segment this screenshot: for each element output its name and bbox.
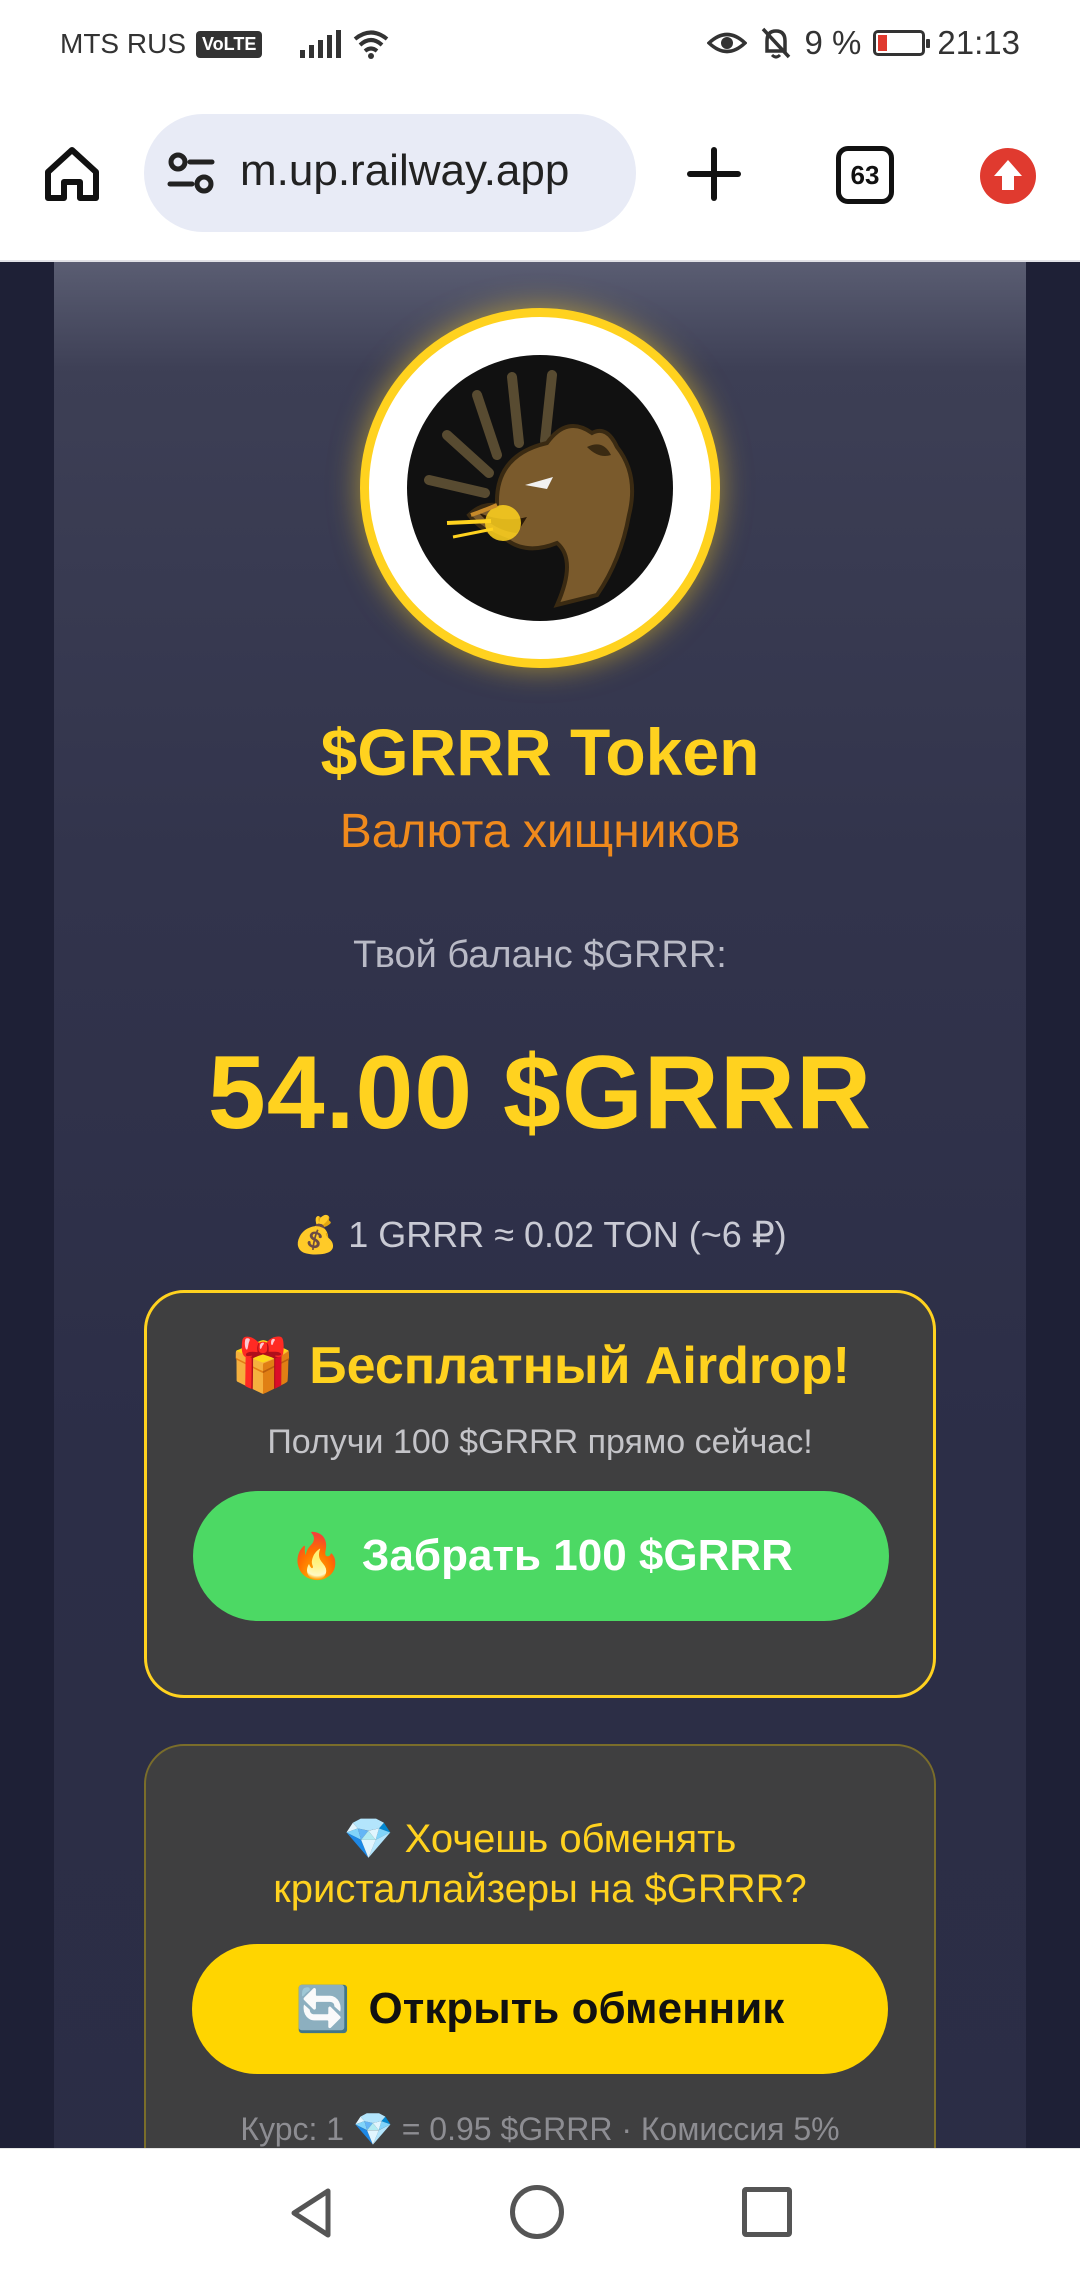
address-bar[interactable]: m.up.railway.app [144, 114, 636, 232]
balance-label: Твой баланс $GRRR: [353, 934, 727, 976]
bear-logo-icon [407, 355, 673, 621]
token-avatar [360, 308, 720, 668]
battery-percent: 9 % [804, 24, 862, 61]
exchange-rate-info: 💰 1 GRRR ≈ 0.02 TON (~6 ₽) [54, 1214, 1026, 1256]
claim-airdrop-button[interactable]: 🔥 Забрать 100 $GRRR [193, 1491, 889, 1621]
volte-badge: VoLTE [196, 30, 263, 58]
rate-text: 1 GRRR ≈ 0.02 TON (~6 ₽) [348, 1214, 787, 1255]
status-left: MTS RUS VoLTE [60, 28, 391, 60]
diamond-icon: 💎 [343, 1817, 394, 1861]
exchange-rate-footnote: Курс: 1 💎 = 0.95 $GRRR · Комиссия 5% [146, 2110, 934, 2148]
diamond-small-icon: 💎 [352, 2111, 393, 2147]
airdrop-panel: 🎁 Бесплатный Airdrop! Получи 100 $GRRR п… [144, 1290, 936, 1698]
signal-icon [300, 30, 342, 58]
site-settings-icon[interactable] [166, 150, 216, 196]
tab-count: 63 [850, 159, 880, 190]
claim-button-label: Забрать 100 $GRRR [361, 1531, 793, 1580]
update-icon[interactable] [980, 148, 1036, 204]
exchange-line1: Хочешь обменять [404, 1817, 737, 1861]
home-nav-icon[interactable] [510, 2185, 564, 2239]
gift-icon: 🎁 [230, 1337, 295, 1395]
token-title: $GRRR Token [320, 715, 760, 789]
rate-suffix: = 0.95 $GRRR · Комиссия 5% [401, 2111, 840, 2147]
balance-value: 54.00 $GRRR [207, 1035, 873, 1151]
exchange-button-label: Открыть обменник [368, 1984, 785, 2033]
airdrop-title-text: Бесплатный Airdrop! [309, 1337, 850, 1395]
system-navigation-bar [0, 2148, 1080, 2281]
fire-icon: 🔥 [289, 1532, 344, 1581]
new-tab-icon[interactable] [686, 146, 742, 202]
url-text[interactable]: m.up.railway.app [240, 146, 569, 196]
token-subtitle: Валюта хищников [339, 805, 741, 858]
open-exchange-button[interactable]: 🔄 Открыть обменник [192, 1944, 888, 2074]
exchange-line2: кристаллайзеры на $GRRR? [273, 1867, 807, 1911]
clock: 21:13 [937, 24, 1020, 61]
page-content: $GRRR Token Валюта хищников Твой баланс … [0, 262, 1080, 2148]
battery-icon [873, 30, 931, 56]
bell-off-icon [761, 27, 790, 59]
exchange-panel: 💎 Хочешь обменять кристаллайзеры на $GRR… [144, 1744, 936, 2148]
arrow-up-icon [994, 160, 1022, 190]
status-right: 9 % 21:13 [706, 24, 1020, 62]
refresh-icon: 🔄 [295, 1985, 351, 2034]
rate-prefix: Курс: 1 [240, 2111, 345, 2147]
carrier-name: MTS RUS [60, 28, 186, 59]
browser-toolbar: m.up.railway.app 63 [0, 92, 1080, 262]
token-card: $GRRR Token Валюта хищников Твой баланс … [54, 262, 1026, 2148]
back-icon[interactable] [282, 2183, 342, 2243]
airdrop-title: 🎁 Бесплатный Airdrop! [147, 1335, 933, 1396]
airdrop-description: Получи 100 $GRRR прямо сейчас! [267, 1423, 813, 1461]
eye-comfort-icon [706, 32, 747, 54]
exchange-prompt: 💎 Хочешь обменять кристаллайзеры на $GRR… [146, 1814, 934, 1914]
tabs-icon[interactable]: 63 [836, 146, 894, 204]
status-bar: MTS RUS VoLTE 9 % 21:13 [0, 0, 1080, 92]
recent-apps-icon[interactable] [742, 2187, 792, 2237]
home-icon[interactable] [40, 142, 104, 206]
wifi-icon [354, 30, 389, 59]
money-bag-icon: 💰 [293, 1214, 339, 1255]
